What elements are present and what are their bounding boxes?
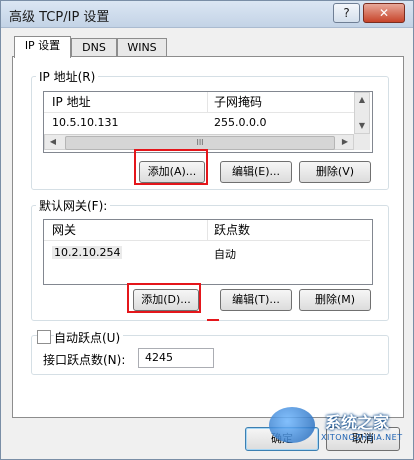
column-divider — [207, 92, 208, 112]
scroll-thumb[interactable]: III — [65, 136, 335, 150]
close-icon: ✕ — [378, 6, 390, 20]
ok-button[interactable]: 确定 — [245, 427, 319, 451]
ip-list-hscroll[interactable]: ◀ III ▶ — [44, 134, 354, 150]
help-button[interactable]: ? — [333, 3, 360, 23]
column-header-gateway[interactable]: 网关 — [52, 220, 76, 240]
window-title: 高级 TCP/IP 设置 — [9, 10, 110, 25]
button-label: 删除(M) — [314, 293, 356, 306]
scroll-right-icon[interactable]: ▶ — [337, 137, 353, 146]
tab-label: WINS — [127, 41, 157, 54]
highlight-box — [127, 283, 201, 313]
highlight-box — [134, 149, 208, 185]
tab-wins[interactable]: WINS — [117, 38, 167, 57]
title-bar: 高级 TCP/IP 设置 ? ✕ — [1, 1, 413, 28]
auto-metric-checkbox[interactable] — [37, 330, 51, 344]
advanced-tcpip-dialog: 高级 TCP/IP 设置 ? ✕ IP 设置 DNS WINS IP 地址(R)… — [0, 0, 414, 460]
column-header-metric[interactable]: 跃点数 — [214, 220, 250, 240]
button-label: 取消 — [352, 432, 374, 445]
tab-ip-settings[interactable]: IP 设置 — [14, 36, 71, 58]
mask-cell[interactable]: 255.0.0.0 — [214, 116, 266, 129]
interface-metric-label: 接口跃点数(N): — [43, 353, 126, 367]
scroll-up-icon[interactable]: ▲ — [354, 95, 370, 104]
delete-ip-button[interactable]: 删除(V) — [299, 161, 371, 183]
button-label: 删除(V) — [315, 165, 355, 178]
gateway-cell[interactable]: 10.2.10.254 — [52, 246, 123, 259]
scroll-down-icon[interactable]: ▼ — [354, 121, 370, 130]
scroll-corner — [354, 134, 370, 150]
scroll-grip: III — [196, 138, 204, 147]
ip-cell[interactable]: 10.5.10.131 — [52, 116, 118, 129]
auto-metric-label[interactable]: 自动跃点(U) — [54, 329, 124, 346]
button-label: 编辑(E)... — [231, 165, 281, 178]
metric-cell[interactable]: 自动 — [214, 246, 236, 262]
gateway-list-header: 网关 跃点数 — [44, 220, 370, 241]
gateway-legend: 默认网关(F): — [36, 197, 111, 214]
ip-list-vscroll[interactable]: ▲ ▼ — [354, 92, 370, 134]
interface-metric-field[interactable]: 4245 — [138, 348, 214, 368]
ip-address-legend: IP 地址(R) — [36, 68, 99, 85]
tab-label: IP 设置 — [24, 39, 61, 52]
column-divider — [207, 220, 208, 240]
tab-label: DNS — [82, 41, 106, 54]
delete-gateway-button[interactable]: 删除(M) — [299, 289, 371, 311]
button-label: 编辑(T)... — [232, 293, 280, 306]
help-icon: ? — [343, 6, 350, 20]
scroll-left-icon[interactable]: ◀ — [45, 137, 61, 146]
tab-dns[interactable]: DNS — [71, 38, 117, 57]
highlight-mark — [207, 319, 219, 321]
column-header-ip[interactable]: IP 地址 — [52, 92, 91, 112]
edit-gateway-button[interactable]: 编辑(T)... — [220, 289, 292, 311]
close-button[interactable]: ✕ — [363, 3, 405, 23]
edit-ip-button[interactable]: 编辑(E)... — [220, 161, 292, 183]
column-header-mask[interactable]: 子网掩码 — [214, 92, 262, 112]
gateway-list[interactable]: 网关 跃点数 10.2.10.254 自动 — [43, 219, 373, 285]
ip-list-header: IP 地址 子网掩码 — [44, 92, 354, 113]
ip-address-list[interactable]: IP 地址 子网掩码 10.5.10.131 255.0.0.0 ▲ ▼ ◀ I… — [43, 91, 373, 153]
button-label: 确定 — [271, 432, 293, 445]
cancel-button[interactable]: 取消 — [326, 427, 400, 451]
